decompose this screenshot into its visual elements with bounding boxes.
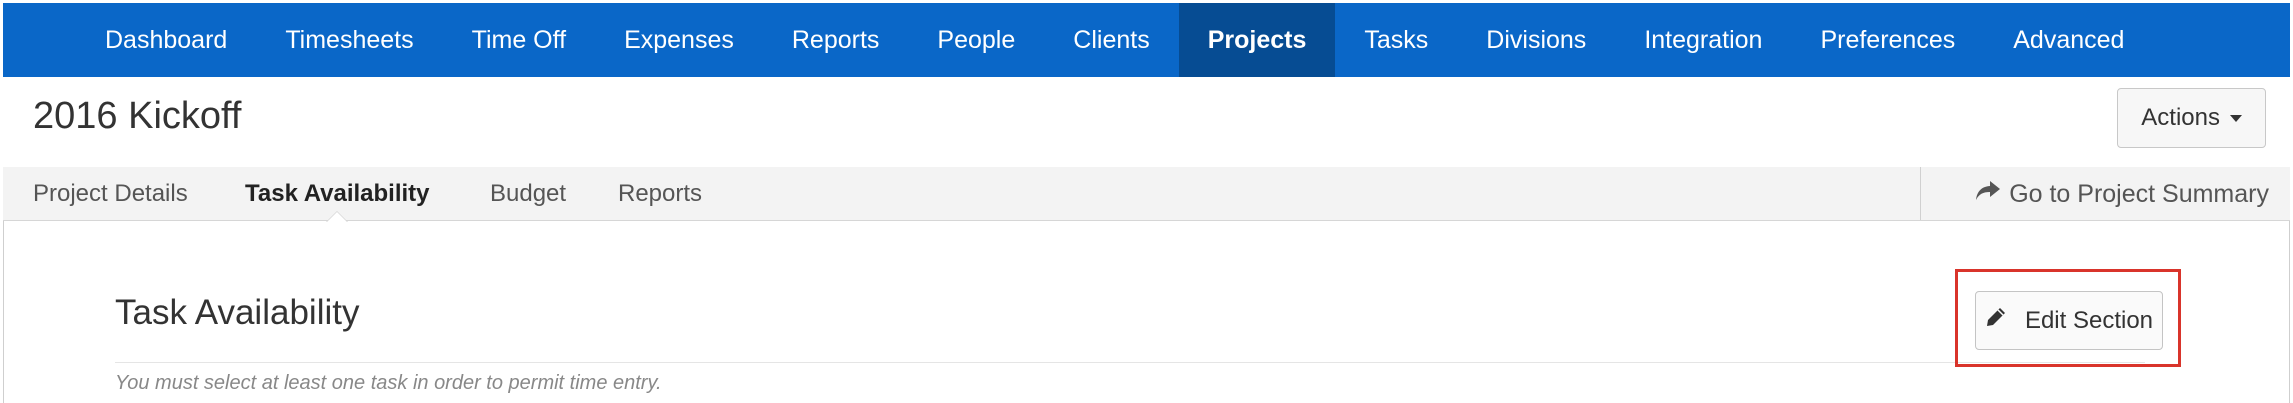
nav-item-clients[interactable]: Clients: [1044, 3, 1178, 77]
edit-section-button[interactable]: Edit Section: [1975, 291, 2163, 350]
pencil-icon: [1985, 306, 2007, 335]
nav-item-integration[interactable]: Integration: [1615, 3, 1791, 77]
caret-down-icon: [2230, 114, 2242, 122]
page-header: 2016 Kickoff Actions: [3, 77, 2290, 168]
nav-item-tasks[interactable]: Tasks: [1335, 3, 1457, 77]
tab-task-availability[interactable]: Task Availability: [245, 167, 430, 222]
nav-item-preferences[interactable]: Preferences: [1791, 3, 1984, 77]
project-subnav: Project Details Task Availability Budget…: [3, 167, 2290, 222]
page-title: 2016 Kickoff: [33, 95, 242, 137]
go-to-project-summary-link[interactable]: Go to Project Summary: [1975, 167, 2269, 221]
section-divider: [115, 362, 2145, 363]
section-hint: You must select at least one task in ord…: [115, 372, 662, 394]
nav-item-reports[interactable]: Reports: [763, 3, 909, 77]
main-nav: Dashboard Timesheets Time Off Expenses R…: [3, 3, 2290, 77]
actions-dropdown-button[interactable]: Actions: [2117, 88, 2266, 148]
nav-item-timesheets[interactable]: Timesheets: [256, 3, 442, 77]
nav-item-time-off[interactable]: Time Off: [443, 3, 595, 77]
subnav-divider: [1920, 167, 1921, 220]
nav-item-dashboard[interactable]: Dashboard: [76, 3, 256, 77]
nav-item-divisions[interactable]: Divisions: [1457, 3, 1615, 77]
go-to-project-summary-label: Go to Project Summary: [2009, 179, 2269, 208]
nav-item-advanced[interactable]: Advanced: [1984, 3, 2153, 77]
edit-section-label: Edit Section: [2024, 306, 2154, 334]
tab-project-details[interactable]: Project Details: [33, 167, 188, 221]
nav-item-people[interactable]: People: [908, 3, 1044, 77]
tab-budget[interactable]: Budget: [490, 167, 566, 221]
nav-item-projects[interactable]: Projects: [1178, 3, 1336, 77]
tab-reports[interactable]: Reports: [618, 167, 702, 221]
actions-label: Actions: [2141, 104, 2220, 131]
section-title: Task Availability: [115, 293, 360, 332]
share-arrow-icon: [1975, 180, 2001, 209]
nav-item-expenses[interactable]: Expenses: [595, 3, 763, 77]
